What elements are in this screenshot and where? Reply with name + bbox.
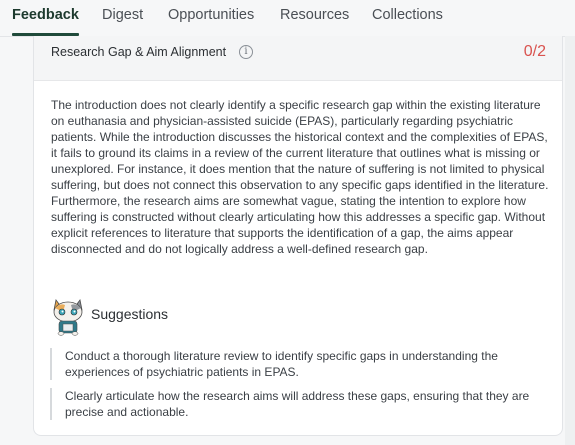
section-title: Research Gap & Aim Alignment bbox=[51, 45, 227, 59]
suggestion-item: Conduct a thorough literature review to … bbox=[50, 348, 550, 380]
tab-feedback[interactable]: Feedback bbox=[12, 7, 79, 23]
feedback-body: The introduction does not clearly identi… bbox=[51, 98, 549, 256]
score-badge: 0/2 bbox=[523, 43, 546, 60]
tab-collections[interactable]: Collections bbox=[372, 7, 443, 23]
cat-mascot-icon bbox=[53, 299, 83, 336]
suggestion-item: Clearly articulate how the research aims… bbox=[50, 388, 550, 420]
feedback-card: Research Gap & Aim Alignment i 0/2 The i… bbox=[33, 36, 563, 436]
scroll-gutter bbox=[565, 36, 575, 445]
tab-digest[interactable]: Digest bbox=[102, 7, 143, 23]
info-icon[interactable]: i bbox=[239, 45, 253, 59]
card-header: Research Gap & Aim Alignment i 0/2 bbox=[34, 36, 562, 81]
tab-resources[interactable]: Resources bbox=[280, 7, 349, 23]
tab-bar: Feedback Digest Opportunities Resources … bbox=[0, 0, 575, 37]
suggestions-title: Suggestions bbox=[91, 306, 169, 322]
tab-opportunities[interactable]: Opportunities bbox=[168, 7, 254, 23]
